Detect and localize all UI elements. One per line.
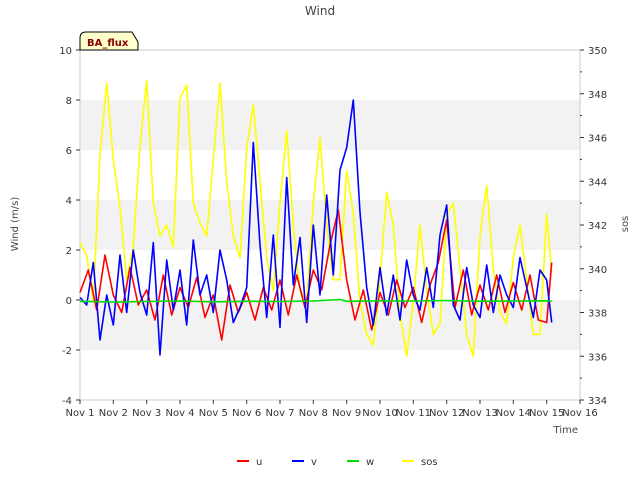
y-tick-label: 8 — [66, 96, 72, 107]
x-tick-label: Nov 16 — [562, 408, 597, 419]
x-tick-label: Nov 14 — [496, 408, 531, 419]
legend-label-u: u — [256, 457, 262, 468]
x-tick-label: Nov 11 — [396, 408, 431, 419]
y2-tick-label: 336 — [588, 352, 607, 363]
y-tick-label: 6 — [66, 146, 72, 157]
x-tick-label: Nov 5 — [199, 408, 228, 419]
x-tick-label: Nov 6 — [232, 408, 261, 419]
y2-tick-label: 350 — [588, 46, 607, 57]
y2-tick-label: 346 — [588, 134, 607, 145]
y-tick-label: 4 — [66, 196, 72, 207]
chart-title: Wind — [305, 4, 335, 18]
y2-tick-label: 334 — [588, 396, 607, 407]
y2-tick-label: 340 — [588, 265, 607, 276]
legend-label-sos: sos — [421, 457, 438, 468]
x-tick-label: Nov 15 — [529, 408, 564, 419]
x-tick-label: Nov 4 — [165, 408, 194, 419]
y-tick-label: 10 — [59, 46, 72, 57]
x-tick-label: Nov 3 — [132, 408, 161, 419]
y-axis-title: Wind (m/s) — [10, 197, 21, 252]
y-tick-label: 0 — [66, 296, 72, 307]
legend: u v w sos — [237, 457, 438, 468]
x-tick-label: Nov 12 — [429, 408, 464, 419]
x-axis-title: Time — [553, 425, 578, 436]
badge-label: BA_flux — [87, 38, 129, 49]
y2-tick-label: 348 — [588, 90, 607, 101]
series-line-w — [79, 298, 552, 303]
y-axis-right: 334 336 338 340 342 344 346 348 350 — [580, 46, 607, 407]
legend-label-v: v — [311, 457, 317, 468]
x-tick-label: Nov 7 — [265, 408, 294, 419]
x-tick-label: Nov 2 — [99, 408, 128, 419]
y-tick-label: 2 — [66, 246, 72, 257]
x-axis: Nov 1 Nov 2 Nov 3 Nov 4 Nov 5 Nov 6 Nov 7 Nov 8… — [65, 400, 598, 419]
y2-tick-label: 344 — [588, 177, 607, 188]
y2-axis-title: sos — [620, 216, 631, 233]
y-axis-left: -4 -2 0 2 4 6 8 10 — [59, 46, 80, 407]
y2-tick-label: 342 — [588, 221, 607, 232]
x-tick-label: Nov 8 — [299, 408, 328, 419]
y-tick-label: -2 — [62, 346, 72, 357]
wind-chart: Nov 1 Nov 2 Nov 3 Nov 4 Nov 5 Nov 6 Nov 7 Nov 8… — [10, 4, 631, 468]
badge: BA_flux — [79, 31, 139, 51]
y2-tick-label: 338 — [588, 309, 607, 320]
y-tick-label: -4 — [62, 396, 72, 407]
x-tick-label: Nov 1 — [65, 408, 94, 419]
x-tick-label: Nov 10 — [362, 408, 397, 419]
x-tick-label: Nov 9 — [332, 408, 361, 419]
band-0 — [80, 300, 580, 350]
band-2 — [80, 100, 580, 150]
legend-label-w: w — [366, 457, 374, 468]
x-tick-label: Nov 13 — [462, 408, 497, 419]
